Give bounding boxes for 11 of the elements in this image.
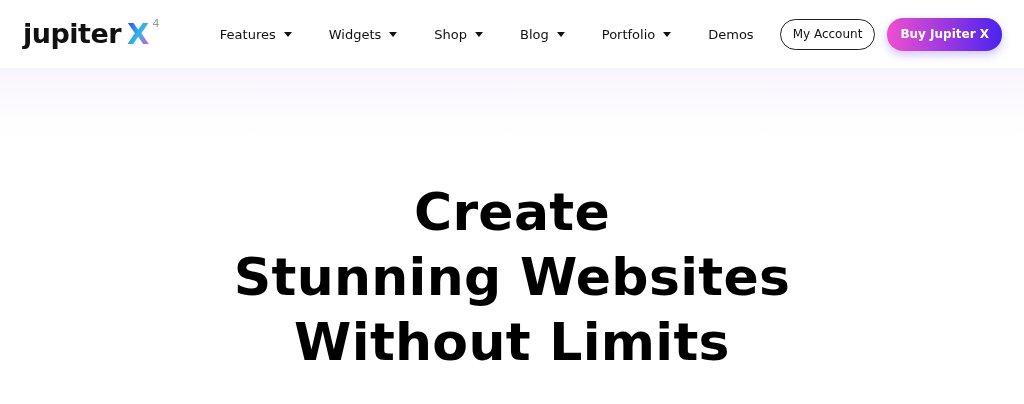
hero-heading: Create Stunning Websites Without Limits xyxy=(233,181,791,374)
logo-text[interactable]: jupiter xyxy=(23,18,122,50)
version-number: 4 xyxy=(152,18,160,30)
buy-button[interactable]: Buy Jupiter X xyxy=(887,17,1002,51)
nav-link[interactable]: Demos xyxy=(708,26,754,42)
nav-link[interactable]: Blog xyxy=(520,26,565,42)
nav-link[interactable]: Shop xyxy=(434,26,483,42)
nav-link[interactable]: Widgets xyxy=(328,26,398,42)
nav-link[interactable]: Features xyxy=(219,26,292,42)
nav-link[interactable]: Portfolio xyxy=(601,26,672,42)
account-button[interactable]: My Account xyxy=(779,18,876,50)
